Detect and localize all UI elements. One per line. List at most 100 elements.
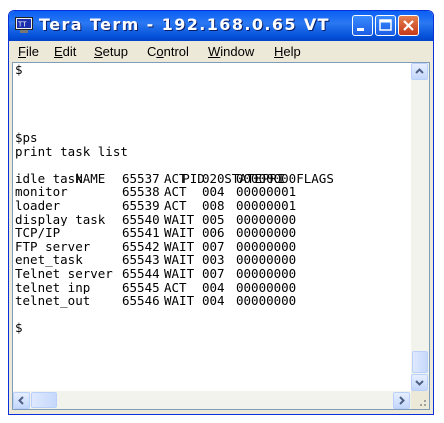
maximize-icon — [379, 19, 392, 31]
cell-pri: 006 — [202, 226, 225, 240]
cell-pri: 007 — [202, 266, 225, 281]
vertical-scrollbar[interactable] — [411, 63, 429, 391]
menu-help-rest: elp — [283, 44, 301, 59]
menu-window-rest: indow — [220, 44, 255, 59]
cell-flags: 00000000 — [236, 294, 297, 308]
tera-term-window: TT Tera Term - 192.168.0.65 VT File Edit… — [8, 10, 434, 415]
scroll-left-button[interactable] — [13, 392, 30, 409]
cell-state: ACT — [164, 198, 187, 213]
cell-flags: 00000000 — [236, 253, 297, 267]
close-button[interactable] — [398, 15, 419, 36]
scroll-right-icon — [399, 396, 405, 405]
cell-state: WAIT — [164, 226, 195, 240]
table-row: TCP/IP 65541 WAIT 006 00000000 — [15, 226, 411, 240]
menu-control-rest: ntrol — [163, 44, 189, 59]
maximize-button[interactable] — [375, 15, 396, 36]
menu-setup[interactable]: Setup — [94, 44, 128, 59]
cell-pri: 004 — [202, 185, 225, 199]
vertical-scroll-thumb[interactable] — [412, 351, 428, 373]
cell-flags: 00000000 — [236, 212, 297, 227]
cell-name: idle_task — [15, 171, 83, 186]
menu-file-rest: ile — [25, 44, 39, 59]
window-title: Tera Term - 192.168.0.65 VT — [39, 15, 330, 34]
cell-name: loader — [15, 198, 61, 213]
table-row: telnet_inp 65545 ACT 004 00000000 — [15, 281, 411, 295]
scroll-up-icon — [415, 68, 424, 74]
menu-control-pre: C — [147, 44, 157, 59]
menu-window[interactable]: Window — [208, 44, 254, 59]
cell-pri: 003 — [202, 253, 225, 267]
table-row: loader 65539 ACT 008 00000001 — [15, 199, 411, 213]
horizontal-scrollbar[interactable] — [13, 391, 411, 409]
cell-pri: 004 — [202, 294, 225, 308]
cell-name: telnet_inp — [15, 280, 91, 295]
title-bar[interactable]: TT Tera Term - 192.168.0.65 VT — [9, 11, 433, 41]
cell-pid: 65545 — [122, 280, 160, 295]
cell-name: FTP server — [15, 239, 91, 254]
cell-flags: 00000001 — [236, 185, 297, 199]
table-row: monitor 65538 ACT 004 00000001 — [15, 185, 411, 199]
table-row: display_task 65540 WAIT 005 00000000 — [15, 213, 411, 227]
prompt-line-bottom: $ — [15, 320, 23, 336]
cell-flags: 00000000 — [236, 226, 297, 240]
cell-pri: 008 — [202, 198, 225, 213]
cell-name: monitor — [15, 185, 68, 199]
horizontal-scroll-thumb[interactable] — [31, 392, 57, 408]
cell-state: WAIT — [164, 253, 195, 267]
scroll-up-button[interactable] — [411, 63, 428, 80]
table-row: enet_task 65543 WAIT 003 00000000 — [15, 253, 411, 267]
cell-state: WAIT — [164, 239, 195, 254]
svg-text:TT: TT — [18, 21, 27, 29]
cell-pid: 65539 — [122, 198, 160, 213]
menu-help[interactable]: Help — [274, 44, 301, 59]
minimize-button[interactable] — [352, 15, 373, 36]
scroll-down-button[interactable] — [411, 374, 428, 391]
close-icon — [403, 20, 414, 31]
cell-name: display_task — [15, 212, 106, 227]
command-line: $ps — [15, 129, 38, 145]
menu-bar: File Edit Setup Control Window Help — [12, 42, 430, 62]
cell-pid: 65546 — [122, 294, 160, 308]
cell-pri: 007 — [202, 239, 225, 254]
tera-term-app-icon[interactable]: TT — [15, 17, 33, 34]
cell-pid: 65541 — [122, 226, 160, 240]
cell-state: WAIT — [164, 212, 195, 227]
cell-pid: 65538 — [122, 185, 160, 199]
cell-pri: 004 — [202, 280, 225, 295]
terminal-screen[interactable]: $ $ps print task list NAME PID STATEPRI FLA… — [15, 63, 411, 391]
cell-name: telnet_out — [15, 294, 91, 308]
header-flags: FLAGS — [296, 171, 334, 186]
cell-name: enet_task — [15, 253, 83, 267]
menu-control[interactable]: Control — [147, 44, 189, 59]
cell-pri: 005 — [202, 212, 225, 227]
menu-file[interactable]: File — [18, 44, 39, 59]
cell-flags: 00000000 — [236, 239, 297, 254]
task-table-rows: idle_task 65537 ACT 020 00000000 monitor 65538… — [15, 172, 411, 308]
scroll-right-button[interactable] — [393, 392, 410, 409]
scroll-left-icon — [18, 396, 24, 405]
resize-grip[interactable] — [411, 391, 429, 409]
cell-flags: 00000000 — [236, 280, 297, 295]
cell-flags: 00000000 — [236, 171, 297, 186]
resize-grip-icon — [420, 400, 426, 406]
table-row: Telnet server 65544 WAIT 007 00000000 — [15, 267, 411, 281]
cell-flags: 00000001 — [236, 198, 297, 213]
cell-state: WAIT — [164, 294, 195, 308]
cell-pid: 65537 — [122, 171, 160, 186]
menu-edit[interactable]: Edit — [54, 44, 76, 59]
cell-pid: 65542 — [122, 239, 160, 254]
menu-edit-rest: dit — [62, 44, 77, 59]
table-row: FTP server 65542 WAIT 007 00000000 — [15, 240, 411, 254]
menu-setup-rest: etup — [102, 44, 128, 59]
terminal-client-area: $ $ps print task list NAME PID STATEPRI FLA… — [12, 62, 430, 410]
cell-pid: 65544 — [122, 266, 160, 281]
cell-state: ACT — [164, 185, 187, 199]
cell-name: TCP/IP — [15, 226, 61, 240]
prompt-line-top: $ — [15, 63, 23, 77]
output-caption: print task list — [15, 143, 128, 159]
cell-pid: 65540 — [122, 212, 160, 227]
cell-state: ACT — [164, 280, 187, 295]
table-row: telnet_out 65546 WAIT 004 00000000 — [15, 294, 411, 308]
cell-flags: 00000000 — [236, 266, 297, 281]
cell-name: Telnet server — [15, 266, 113, 281]
